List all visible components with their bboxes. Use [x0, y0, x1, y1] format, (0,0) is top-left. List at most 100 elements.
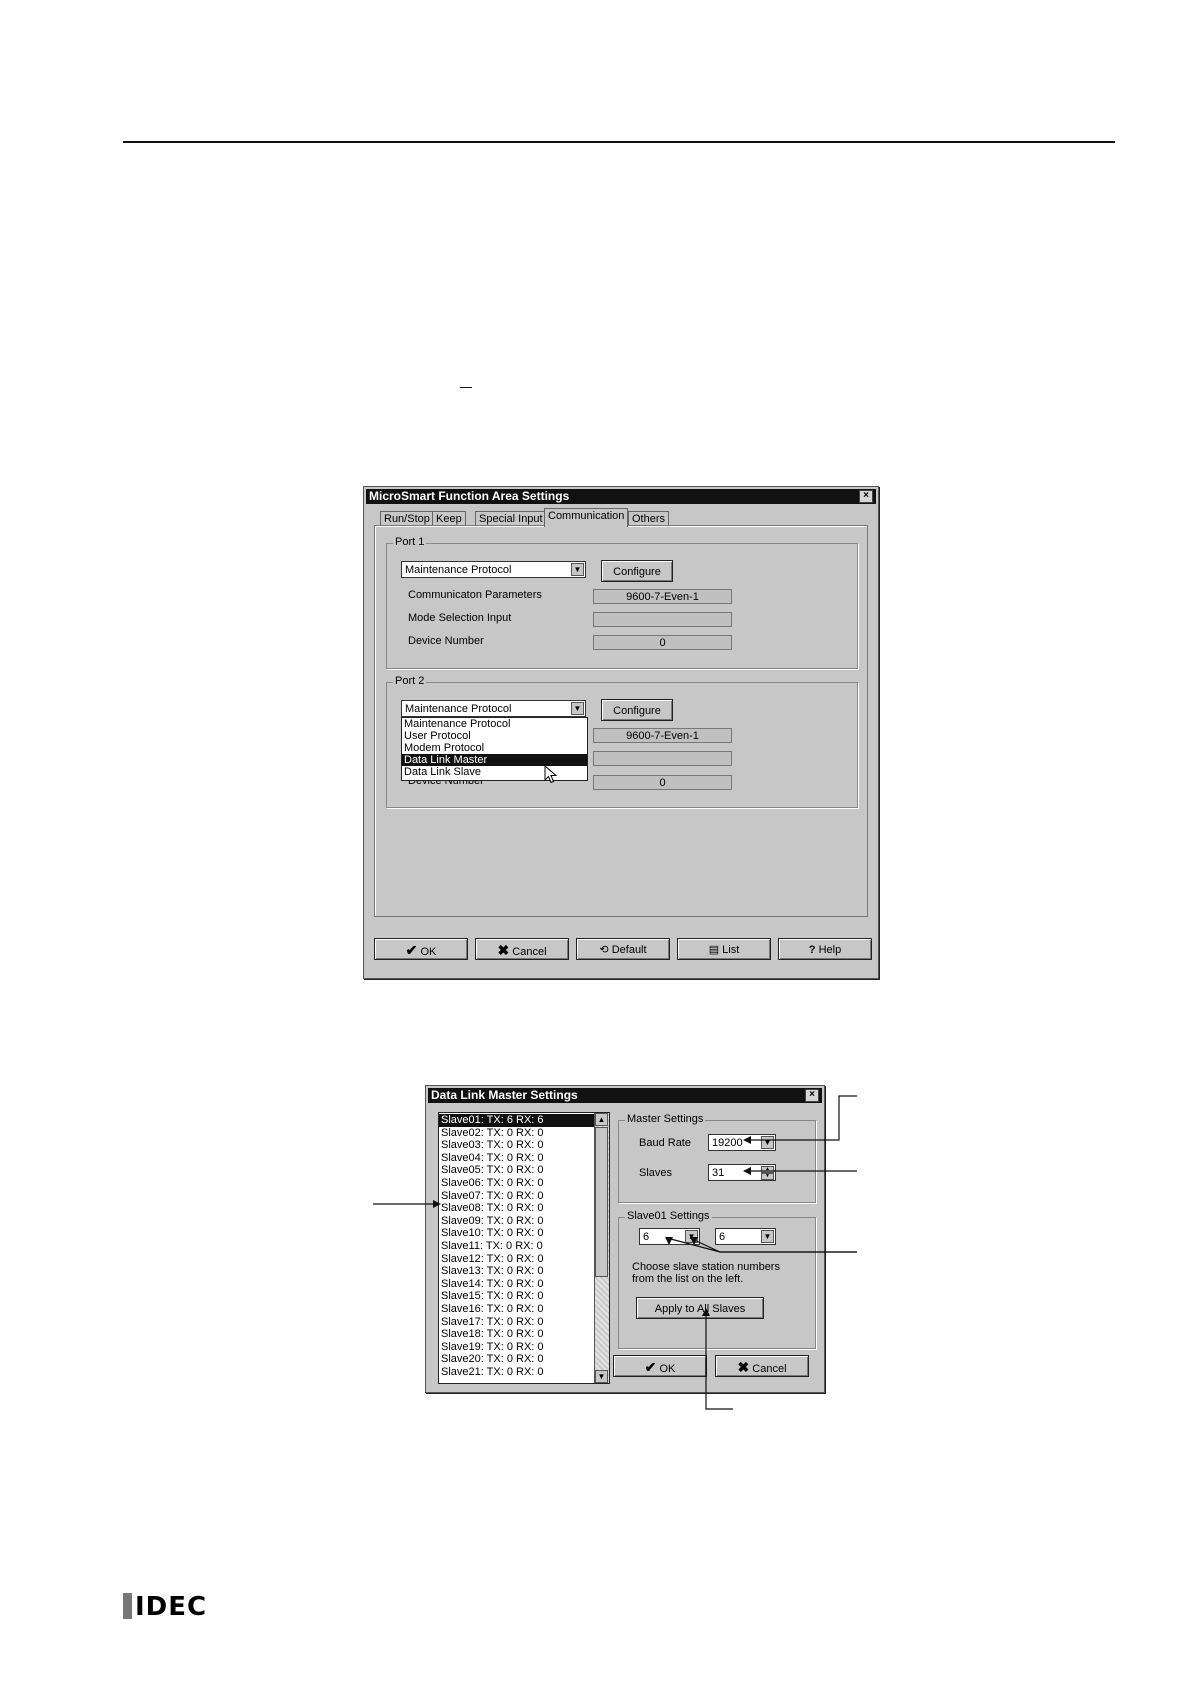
port2-device-value: 0	[593, 775, 732, 790]
dropdown-option[interactable]: User Protocol	[402, 730, 587, 742]
function-area-settings-dialog: MicroSmart Function Area Settings × Run/…	[363, 486, 879, 979]
scroll-thumb[interactable]	[595, 1127, 608, 1277]
port1-comm-value: 9600-7-Even-1	[593, 589, 732, 604]
dialog1-titlebar: MicroSmart Function Area Settings ×	[366, 489, 876, 504]
question-icon: ?	[808, 944, 816, 956]
tab-special-input[interactable]: Special Input	[475, 511, 547, 526]
slave-list-item[interactable]: Slave14: TX: 0 RX: 0	[439, 1278, 594, 1291]
port2-comm-value: 9600-7-Even-1	[593, 728, 732, 743]
port1-configure-button[interactable]: Configure	[601, 560, 673, 582]
slaves-value: 31	[712, 1167, 725, 1179]
logo-text: IDEC	[135, 1592, 208, 1622]
port1-protocol-select[interactable]: Maintenance Protocol ▼	[401, 561, 586, 578]
slave-list-item[interactable]: Slave12: TX: 0 RX: 0	[439, 1253, 594, 1266]
chevron-down-icon[interactable]: ▼	[761, 1136, 774, 1149]
master-settings-label: Master Settings	[625, 1113, 706, 1126]
slave-list-item[interactable]: Slave16: TX: 0 RX: 0	[439, 1303, 594, 1316]
tab-communication[interactable]: Communication	[544, 508, 629, 527]
slave-list-item[interactable]: Slave11: TX: 0 RX: 0	[439, 1240, 594, 1253]
list-icon: ▤	[708, 944, 720, 956]
header-rule	[123, 141, 1115, 143]
apply-to-all-slaves-button[interactable]: Apply to All Slaves	[636, 1297, 764, 1319]
slave-list-item[interactable]: Slave15: TX: 0 RX: 0	[439, 1290, 594, 1303]
tab-keep[interactable]: Keep	[432, 511, 466, 526]
slaves-stepper[interactable]: 31 ▲ ▼	[708, 1164, 776, 1181]
dropdown-option[interactable]: Data Link Slave	[402, 766, 587, 778]
slave-list-item[interactable]: Slave07: TX: 0 RX: 0	[439, 1190, 594, 1203]
port2-protocol-dropdown[interactable]: Maintenance Protocol User Protocol Modem…	[401, 717, 588, 781]
dialog1-title: MicroSmart Function Area Settings	[369, 489, 570, 503]
close-icon[interactable]: ×	[805, 1089, 819, 1102]
slave-list-item[interactable]: Slave20: TX: 0 RX: 0	[439, 1353, 594, 1366]
tx-value: 6	[643, 1231, 650, 1243]
port2-protocol-select[interactable]: Maintenance Protocol ▼	[401, 700, 586, 717]
stepper-up-icon[interactable]: ▲	[761, 1166, 774, 1173]
slave-list-item[interactable]: Slave04: TX: 0 RX: 0	[439, 1152, 594, 1165]
slave-list-scrollbar[interactable]: ▲ ▼	[594, 1113, 609, 1383]
list-label: List	[722, 944, 740, 956]
slave-settings-label: Slave01 Settings	[625, 1210, 712, 1223]
logo-mark	[123, 1593, 132, 1619]
cancel-button[interactable]: ✖ Cancel	[475, 938, 569, 960]
rx-select[interactable]: 6 ▼	[715, 1228, 776, 1245]
port2-protocol-value: Maintenance Protocol	[405, 703, 512, 715]
default-label: Default	[611, 944, 647, 956]
slave-list-item[interactable]: Slave18: TX: 0 RX: 0	[439, 1328, 594, 1341]
check-icon: ✔	[405, 942, 418, 958]
baud-rate-value: 19200	[712, 1137, 743, 1149]
slave-list-item[interactable]: Slave03: TX: 0 RX: 0	[439, 1139, 594, 1152]
dropdown-option[interactable]: Modem Protocol	[402, 742, 587, 754]
x-icon: ✖	[497, 942, 510, 958]
ok-button[interactable]: ✔ OK	[374, 938, 468, 960]
port1-device-value: 0	[593, 635, 732, 650]
port1-mode-label: Mode Selection Input	[408, 612, 512, 624]
dropdown-option-selected[interactable]: Data Link Master	[402, 754, 587, 766]
chevron-down-icon[interactable]: ▼	[571, 563, 584, 576]
text-mark	[460, 387, 472, 388]
slave-list-item[interactable]: Slave17: TX: 0 RX: 0	[439, 1316, 594, 1329]
baud-rate-label: Baud Rate	[639, 1137, 691, 1149]
tab-others[interactable]: Others	[628, 511, 670, 526]
scroll-down-icon[interactable]: ▼	[595, 1370, 608, 1383]
idec-logo: IDEC	[123, 1592, 207, 1622]
default-icon: ⟲	[599, 944, 609, 956]
baud-rate-select[interactable]: 19200 ▼	[708, 1134, 776, 1151]
port1-protocol-value: Maintenance Protocol	[405, 564, 512, 576]
data-link-master-dialog: Data Link Master Settings × Slave01: TX:…	[425, 1085, 825, 1393]
tab-run-stop[interactable]: Run/Stop	[380, 511, 434, 526]
dropdown-option[interactable]: Maintenance Protocol	[402, 718, 587, 730]
chevron-down-icon[interactable]: ▼	[571, 702, 584, 715]
list-button[interactable]: ▤ List	[677, 938, 771, 960]
port1-device-label: Device Number	[408, 635, 484, 647]
master-settings-group: Master Settings	[618, 1113, 816, 1203]
cancel-button[interactable]: ✖ Cancel	[715, 1355, 809, 1377]
slave-list-item-selected[interactable]: Slave01: TX: 6 RX: 6	[439, 1114, 594, 1127]
ok-label: OK	[420, 946, 437, 958]
slave-list-item[interactable]: Slave09: TX: 0 RX: 0	[439, 1215, 594, 1228]
slave-list-item[interactable]: Slave05: TX: 0 RX: 0	[439, 1164, 594, 1177]
slave-list-item[interactable]: Slave13: TX: 0 RX: 0	[439, 1265, 594, 1278]
slave-list-item[interactable]: Slave10: TX: 0 RX: 0	[439, 1227, 594, 1240]
port2-mode-value	[593, 751, 732, 766]
port2-configure-button[interactable]: Configure	[601, 699, 673, 721]
default-button[interactable]: ⟲ Default	[576, 938, 670, 960]
help-button[interactable]: ? Help	[778, 938, 872, 960]
x-icon: ✖	[737, 1359, 750, 1375]
scroll-up-icon[interactable]: ▲	[595, 1113, 608, 1126]
port1-comm-label: Communicaton Parameters	[408, 589, 542, 601]
stepper-down-icon[interactable]: ▼	[761, 1173, 774, 1180]
slave-list[interactable]: Slave01: TX: 6 RX: 6 Slave02: TX: 0 RX: 0…	[438, 1112, 610, 1384]
ok-button[interactable]: ✔ OK	[613, 1355, 707, 1377]
port2-label: Port 2	[393, 675, 427, 688]
port1-mode-value	[593, 612, 732, 627]
slave-list-item[interactable]: Slave02: TX: 0 RX: 0	[439, 1127, 594, 1140]
slave-list-item[interactable]: Slave19: TX: 0 RX: 0	[439, 1341, 594, 1354]
slave-list-item[interactable]: Slave08: TX: 0 RX: 0	[439, 1202, 594, 1215]
chevron-down-icon[interactable]: ▼	[761, 1230, 774, 1243]
tx-select[interactable]: 6 ▼	[639, 1228, 700, 1245]
chevron-down-icon[interactable]: ▼	[685, 1230, 698, 1243]
slave-list-item[interactable]: Slave06: TX: 0 RX: 0	[439, 1177, 594, 1190]
dialog2-title: Data Link Master Settings	[431, 1088, 578, 1102]
close-icon[interactable]: ×	[859, 490, 873, 503]
slave-list-item[interactable]: Slave21: TX: 0 RX: 0	[439, 1366, 594, 1379]
